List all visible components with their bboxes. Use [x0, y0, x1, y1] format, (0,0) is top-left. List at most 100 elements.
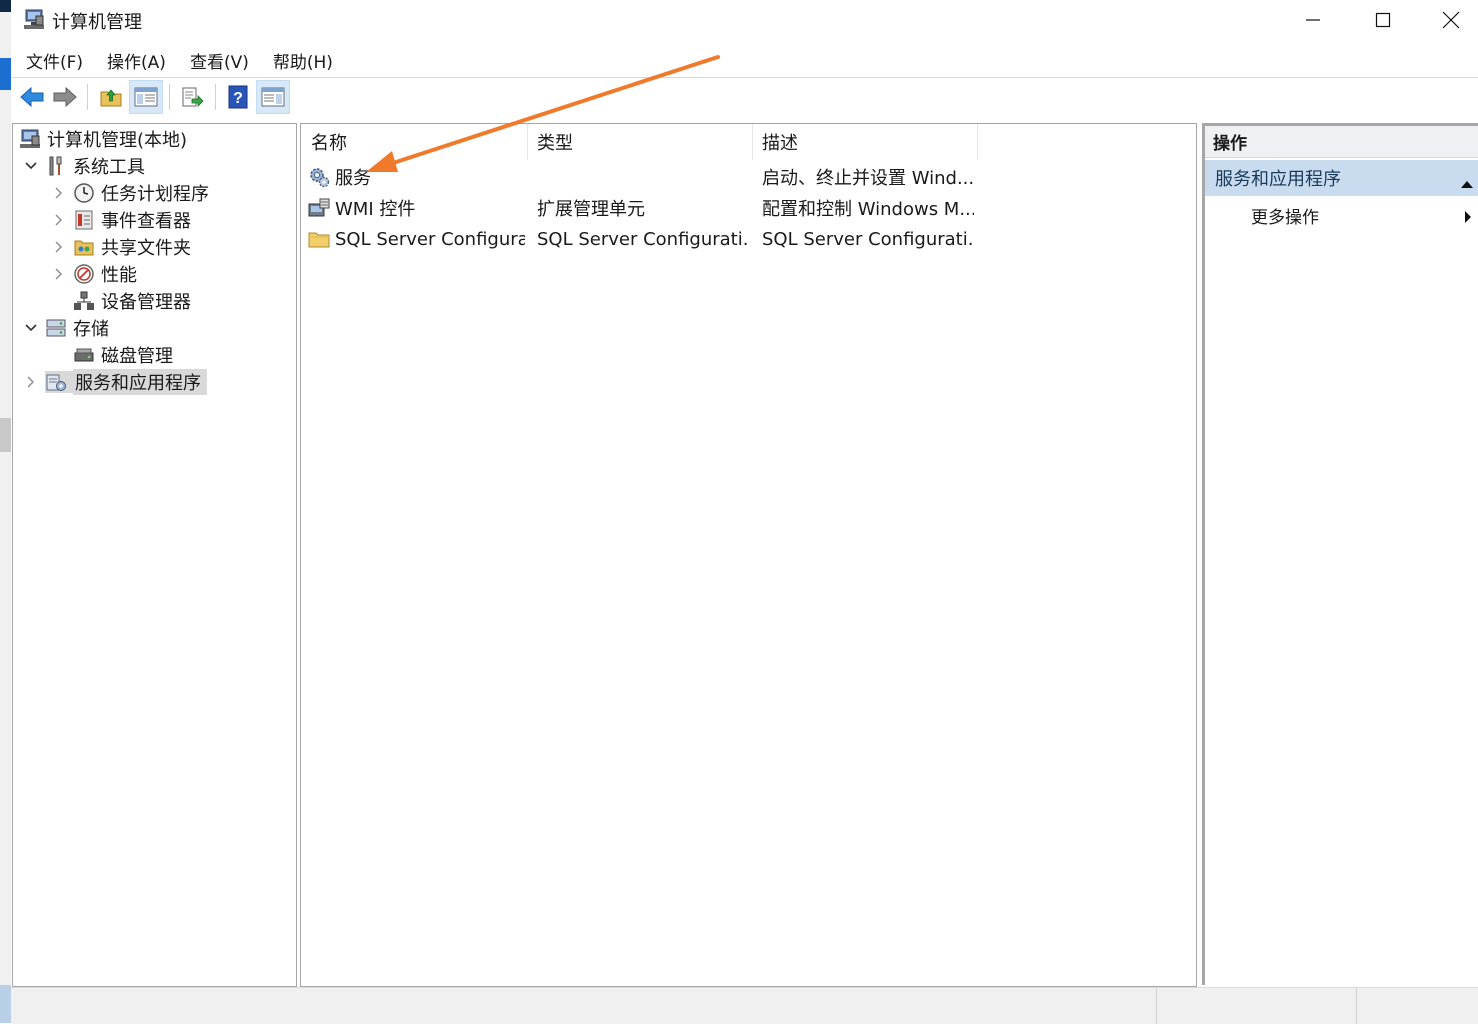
maximize-button[interactable]	[1348, 0, 1418, 40]
column-divider[interactable]	[977, 124, 978, 160]
list-row-sql-server-configuration[interactable]: SQL Server Configura... SQL Server Confi…	[301, 224, 1196, 254]
device-manager-icon	[73, 290, 95, 312]
show-hide-action-pane-icon	[261, 87, 285, 107]
tree-item-device-manager[interactable]: 设备管理器	[73, 288, 191, 314]
cell-type: 扩展管理单元	[537, 199, 645, 220]
chevron-right-icon[interactable]	[51, 239, 67, 255]
tree-label: 系统工具	[73, 157, 145, 178]
help-button[interactable]: ?	[221, 80, 255, 114]
column-header-description[interactable]: 描述	[752, 124, 977, 160]
cell-description: 启动、终止并设置 Wind...	[762, 168, 974, 189]
list-row-services[interactable]: 服务 启动、终止并设置 Wind...	[301, 162, 1196, 192]
tree-label: 设备管理器	[101, 292, 191, 313]
column-header-type[interactable]: 类型	[527, 124, 752, 160]
forward-button[interactable]	[48, 80, 82, 114]
show-hide-action-pane-button[interactable]	[256, 80, 290, 114]
menu-view[interactable]: 查看(V)	[178, 44, 261, 76]
storage-icon	[45, 317, 67, 339]
row-name: SQL Server Configura...	[335, 228, 525, 250]
toolbar-separator	[87, 84, 88, 110]
actions-header: 操作	[1205, 126, 1478, 158]
menu-action[interactable]: 操作(A)	[95, 44, 178, 76]
close-button[interactable]	[1416, 0, 1478, 40]
details-list[interactable]: 名称 类型 描述 服务 启动、终止并设置 Wind... WMI 控件 扩展管理…	[300, 123, 1197, 987]
chevron-right-icon[interactable]	[51, 185, 67, 201]
wmi-control-icon	[307, 196, 331, 220]
show-hide-console-tree-icon	[134, 87, 158, 107]
menu-help[interactable]: 帮助(H)	[261, 44, 345, 76]
close-icon	[1442, 11, 1460, 29]
cell-name: 服务	[307, 162, 525, 192]
maximize-icon	[1375, 12, 1391, 28]
column-header-name[interactable]: 名称	[301, 124, 527, 160]
computer-management-icon	[19, 128, 41, 150]
gears-icon	[307, 165, 331, 189]
tree-item-performance[interactable]: 性能	[51, 261, 137, 287]
show-hide-console-tree-button[interactable]	[129, 80, 163, 114]
chevron-down-icon[interactable]	[23, 320, 39, 336]
minimize-icon	[1306, 19, 1320, 21]
menu-divider	[11, 77, 1478, 78]
window-title: 计算机管理	[52, 12, 142, 33]
cell-type	[537, 162, 749, 192]
actions-section-label: 服务和应用程序	[1215, 169, 1341, 190]
more-actions-item[interactable]: 更多操作	[1205, 198, 1478, 232]
menu-file[interactable]: 文件(F)	[11, 44, 95, 76]
status-bar	[11, 987, 1478, 1024]
desktop-edge	[0, 0, 11, 1023]
cell-description: SQL Server Configurati...	[762, 228, 974, 250]
tree-item-services-applications[interactable]: 服务和应用程序	[23, 369, 207, 395]
chevron-right-icon[interactable]	[23, 374, 39, 390]
chevron-right-icon[interactable]	[51, 266, 67, 282]
submenu-arrow-icon	[1464, 209, 1472, 229]
export-list-button[interactable]	[175, 80, 209, 114]
status-divider	[1156, 988, 1157, 1024]
minimize-button[interactable]	[1278, 0, 1348, 40]
svg-text:?: ?	[233, 90, 243, 107]
console-tree[interactable]: 计算机管理(本地) 系统工具 任务计划程序 事件查看器 共享文件夹 性能 设备管…	[12, 123, 297, 987]
tree-item-storage[interactable]: 存储	[23, 315, 109, 341]
tree-label: 任务计划程序	[101, 184, 209, 205]
performance-icon	[73, 263, 95, 285]
up-folder-icon	[100, 89, 122, 107]
tree-label: 磁盘管理	[101, 346, 173, 367]
services-applications-icon	[45, 371, 73, 393]
disk-icon	[73, 344, 95, 366]
up-one-level-button[interactable]	[94, 80, 128, 114]
status-divider	[1356, 988, 1357, 1024]
chevron-right-icon[interactable]	[51, 212, 67, 228]
actions-section-services-applications[interactable]: 服务和应用程序	[1205, 160, 1478, 196]
cell-type: SQL Server Configurati...	[537, 228, 749, 250]
list-row-wmi-control[interactable]: WMI 控件 扩展管理单元 配置和控制 Windows M...	[301, 193, 1196, 223]
tree-item-shared-folders[interactable]: 共享文件夹	[51, 234, 191, 260]
tree-label: 性能	[101, 265, 137, 286]
tools-icon	[45, 155, 67, 177]
tree-item-event-viewer[interactable]: 事件查看器	[51, 207, 191, 233]
back-button[interactable]	[15, 80, 49, 114]
tree-label: 计算机管理(本地)	[47, 130, 188, 151]
computer-management-window: 计算机管理 文件(F) 操作(A) 查看(V) 帮助(H) ? 计算机管理(本地…	[11, 0, 1478, 1024]
tree-item-system-tools[interactable]: 系统工具	[23, 153, 145, 179]
menu-bar: 文件(F) 操作(A) 查看(V) 帮助(H)	[11, 44, 345, 76]
toolbar-separator	[169, 84, 170, 110]
tree-item-disk-management[interactable]: 磁盘管理	[73, 342, 173, 368]
tree-label: 服务和应用程序	[73, 369, 207, 395]
title-bar[interactable]: 计算机管理	[11, 0, 1478, 40]
toolbar: ?	[11, 79, 1478, 117]
collapse-up-icon[interactable]	[1460, 173, 1474, 194]
chevron-down-icon[interactable]	[23, 158, 39, 174]
folder-icon	[307, 227, 331, 251]
clock-icon	[73, 182, 95, 204]
back-arrow-icon	[20, 86, 44, 108]
tree-label: 事件查看器	[101, 211, 191, 232]
export-list-icon	[182, 87, 204, 107]
shared-folder-icon	[73, 236, 95, 258]
toolbar-separator	[215, 84, 216, 110]
tree-item-computer-management[interactable]: 计算机管理(本地)	[19, 126, 187, 152]
more-actions-label: 更多操作	[1251, 207, 1319, 228]
row-name: 服务	[335, 168, 371, 189]
tree-item-task-scheduler[interactable]: 任务计划程序	[51, 180, 209, 206]
event-log-icon	[73, 209, 95, 231]
forward-arrow-icon	[53, 86, 77, 108]
cell-description: 配置和控制 Windows M...	[762, 199, 974, 220]
